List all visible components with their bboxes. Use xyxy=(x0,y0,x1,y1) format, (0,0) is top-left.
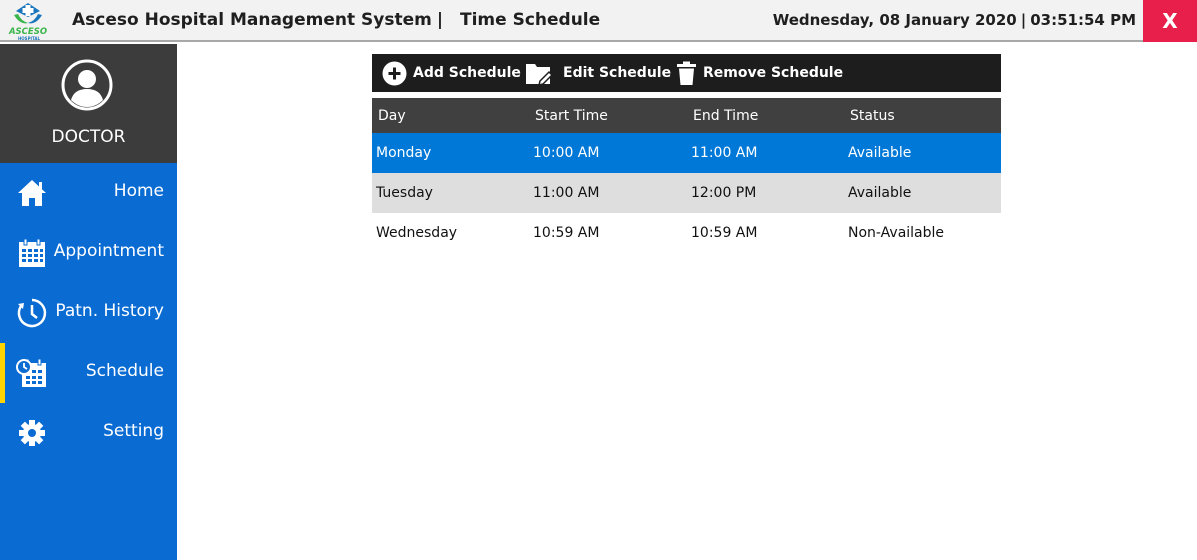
sidebar-item-label: Home xyxy=(113,181,164,201)
column-header-status[interactable]: Status xyxy=(850,98,895,133)
clock-icon xyxy=(16,297,48,329)
day-cell: Monday xyxy=(376,145,432,161)
current-time: 03:51:54 PM xyxy=(1030,11,1136,29)
table-row[interactable]: Wednesday 10:59 AM 10:59 AM Non-Availabl… xyxy=(372,213,1001,253)
sidebar-item-patient-history[interactable]: Patn. History xyxy=(0,283,177,343)
title-separator: | xyxy=(436,10,444,30)
sidebar-item-label: Appointment xyxy=(53,241,164,261)
end-time-cell: 11:00 AM xyxy=(691,145,758,161)
edit-schedule-label: Edit Schedule xyxy=(563,65,672,81)
end-time-cell: 10:59 AM xyxy=(691,225,758,241)
avatar xyxy=(61,59,113,111)
remove-schedule-button[interactable]: Remove Schedule xyxy=(676,54,843,92)
table-row[interactable]: Tuesday 11:00 AM 12:00 PM Available xyxy=(372,173,1001,213)
home-icon xyxy=(16,177,48,209)
column-header-start-time[interactable]: Start Time xyxy=(535,98,608,133)
user-profile: DOCTOR xyxy=(0,44,177,163)
start-time-cell: 10:00 AM xyxy=(533,145,600,161)
sidebar-item-setting[interactable]: Setting xyxy=(0,403,177,463)
day-cell: Tuesday xyxy=(376,185,433,201)
hospital-logo: ASCESO HOSPITAL xyxy=(8,1,48,41)
status-cell: Non-Available xyxy=(848,225,945,241)
day-cell: Wednesday xyxy=(376,225,458,241)
sidebar-item-schedule[interactable]: Schedule xyxy=(0,343,177,403)
schedule-icon xyxy=(16,357,48,389)
add-schedule-label: Add Schedule xyxy=(413,65,521,81)
svg-text:HOSPITAL: HOSPITAL xyxy=(18,36,41,41)
sidebar-item-label: Setting xyxy=(103,421,164,441)
close-button[interactable]: X xyxy=(1143,0,1197,42)
title-bar: ASCESO HOSPITAL Asceso Hospital Manageme… xyxy=(0,0,1197,42)
page-title: Time Schedule xyxy=(459,10,601,30)
sidebar-item-label: Patn. History xyxy=(55,301,164,321)
sidebar-item-appointment[interactable]: Appointment xyxy=(0,223,177,283)
sidebar: DOCTOR Home Appointment Patn. History Sc… xyxy=(0,44,177,560)
gear-icon xyxy=(16,417,48,449)
user-icon xyxy=(61,59,113,111)
add-circle-icon xyxy=(382,61,407,85)
datetime-display: Wednesday, 08 January 2020 | 03:51:54 PM xyxy=(773,11,1136,29)
status-cell: Available xyxy=(848,185,912,201)
datetime-separator: | xyxy=(1020,11,1027,29)
window-title: Asceso Hospital Management System | Time … xyxy=(72,10,600,30)
sidebar-item-label: Schedule xyxy=(85,361,164,381)
remove-schedule-label: Remove Schedule xyxy=(703,65,844,81)
active-indicator xyxy=(0,343,5,403)
schedule-table: Day Start Time End Time Status Monday 10… xyxy=(372,98,1001,253)
start-time-cell: 11:00 AM xyxy=(533,185,600,201)
table-row[interactable]: Monday 10:00 AM 11:00 AM Available xyxy=(372,133,1001,173)
sidebar-item-home[interactable]: Home xyxy=(0,163,177,223)
end-time-cell: 12:00 PM xyxy=(691,185,757,201)
current-date: Wednesday, 08 January 2020 xyxy=(772,11,1017,29)
user-role: DOCTOR xyxy=(51,127,126,147)
table-header: Day Start Time End Time Status xyxy=(372,98,1001,133)
edit-schedule-button[interactable]: Edit Schedule xyxy=(525,54,671,92)
calendar-icon xyxy=(16,237,48,269)
start-time-cell: 10:59 AM xyxy=(533,225,600,241)
schedule-toolbar: Add Schedule Edit Schedule Remove Schedu… xyxy=(372,54,1001,92)
trash-icon xyxy=(677,61,696,85)
column-header-day[interactable]: Day xyxy=(378,98,406,133)
add-schedule-button[interactable]: Add Schedule xyxy=(382,54,521,92)
column-header-end-time[interactable]: End Time xyxy=(693,98,758,133)
status-cell: Available xyxy=(848,145,912,161)
edit-folder-icon xyxy=(526,63,554,86)
app-name: Asceso Hospital Management System xyxy=(72,10,432,30)
